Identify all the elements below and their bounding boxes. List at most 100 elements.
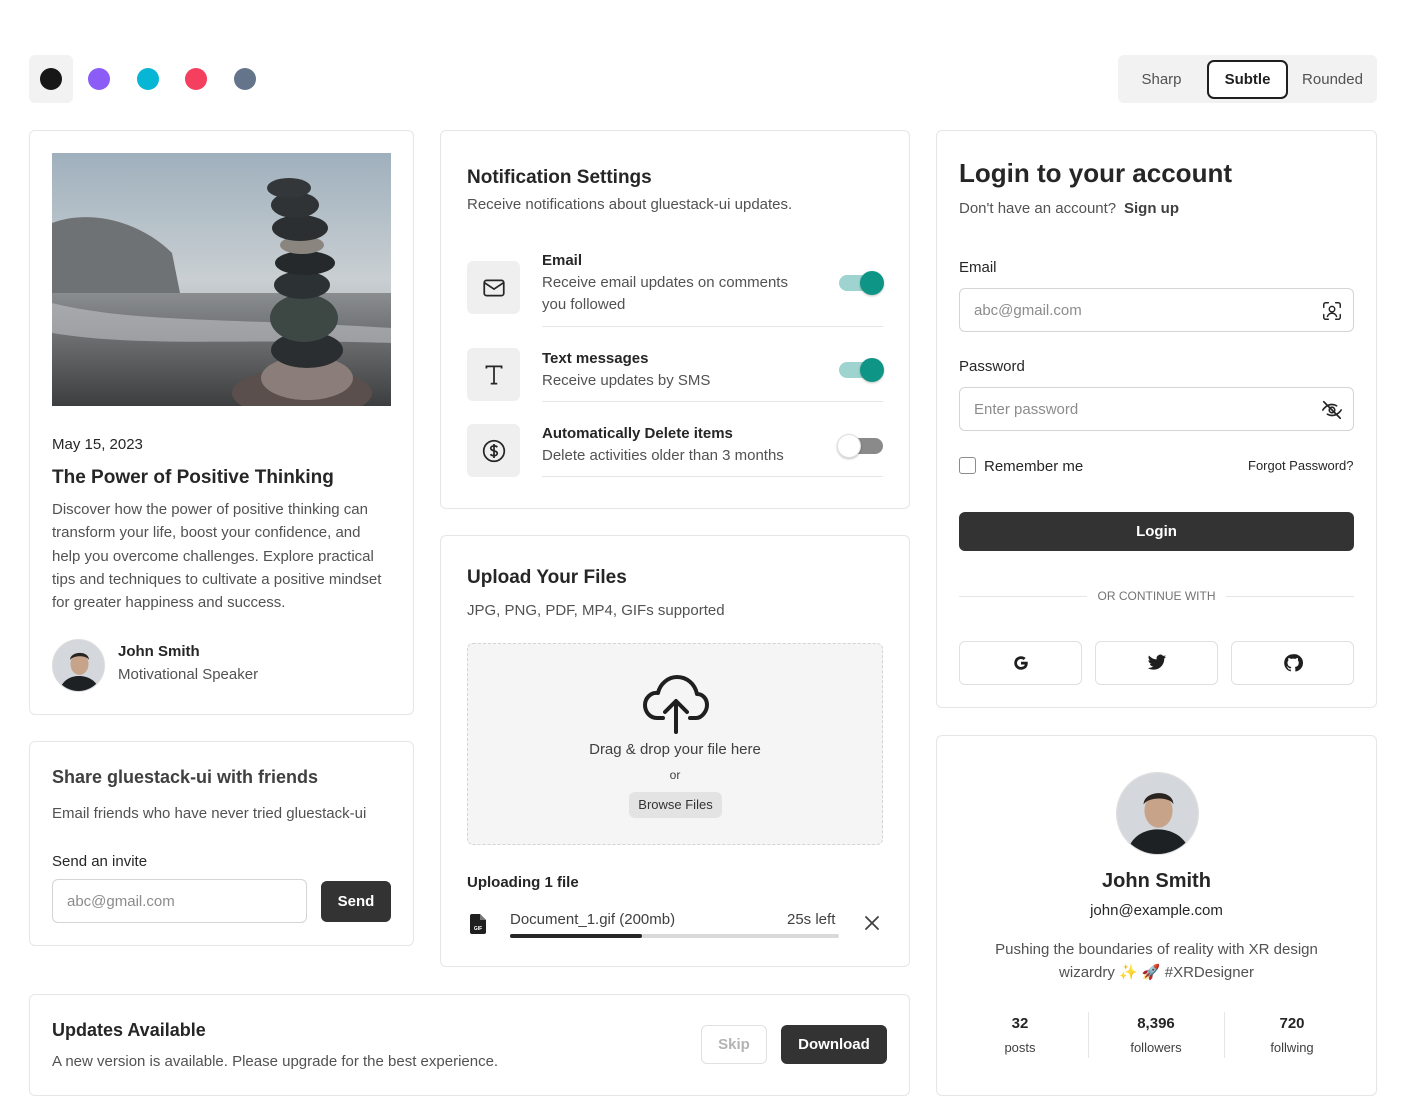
login-title: Login to your account xyxy=(959,158,1232,188)
dollar-circle-icon xyxy=(467,424,520,477)
stat-posts-value: 32 xyxy=(1011,1015,1029,1032)
notif-sms-title: Text messages xyxy=(542,350,649,367)
radius-rounded-button[interactable]: Rounded xyxy=(1298,60,1367,99)
upload-title: Upload Your Files xyxy=(467,567,627,588)
radius-toggle-group: Sharp Subtle Rounded xyxy=(1118,55,1377,103)
auto-delete-toggle[interactable] xyxy=(837,434,883,458)
invite-email-input[interactable] xyxy=(53,880,293,922)
eye-off-icon[interactable] xyxy=(1321,399,1343,421)
blog-date: May 15, 2023 xyxy=(52,436,143,453)
author-name: John Smith xyxy=(118,643,200,660)
author-avatar xyxy=(52,639,105,692)
profile-email: john@example.com xyxy=(1090,902,1223,919)
divider xyxy=(1224,1012,1225,1058)
skip-button[interactable]: Skip xyxy=(701,1025,767,1064)
divider xyxy=(542,326,883,327)
password-label: Password xyxy=(959,358,1025,375)
github-icon xyxy=(1283,654,1303,672)
updates-card: Updates Available A new version is avail… xyxy=(29,994,910,1096)
notif-sms-desc: Receive updates by SMS xyxy=(542,372,711,389)
scan-face-icon xyxy=(1323,302,1341,320)
divider xyxy=(959,596,1087,597)
profile-bio-line2: wizardry ✨ 🚀 #XRDesigner xyxy=(1059,964,1254,981)
notification-subtitle: Receive notifications about gluestack-ui… xyxy=(467,196,793,213)
login-card: Login to your account Don't have an acco… xyxy=(936,130,1377,708)
profile-card: John Smith john@example.com Pushing the … xyxy=(936,735,1377,1096)
notif-email-desc-line1: Receive email updates on comments xyxy=(542,274,788,291)
no-account-text: Don't have an account? xyxy=(959,200,1117,217)
swatch-purple[interactable] xyxy=(88,68,110,90)
swatch-black[interactable] xyxy=(40,68,62,90)
notif-email-desc-line2: you followed xyxy=(542,296,626,313)
drop-text: Drag & drop your file here xyxy=(589,741,761,758)
email-field[interactable] xyxy=(959,288,1354,332)
email-input[interactable] xyxy=(960,289,1300,331)
notification-title: Notification Settings xyxy=(467,167,652,188)
stat-followers-label: followers xyxy=(1130,1040,1182,1055)
email-label: Email xyxy=(959,259,997,276)
profile-bio-line1: Pushing the boundaries of reality with X… xyxy=(995,941,1318,958)
swatch-cyan[interactable] xyxy=(137,68,159,90)
password-field[interactable] xyxy=(959,387,1354,431)
or-continue-text: OR CONTINUE WITH xyxy=(1097,589,1216,603)
profile-avatar xyxy=(1116,772,1199,855)
stat-following-label: follwing xyxy=(1270,1040,1314,1055)
twitter-login-button[interactable] xyxy=(1095,641,1218,685)
divider xyxy=(542,476,883,477)
share-title: Share gluestack-ui with friends xyxy=(52,767,319,787)
google-icon xyxy=(1013,656,1028,670)
swatch-slate[interactable] xyxy=(234,68,256,90)
email-toggle[interactable] xyxy=(839,271,884,295)
github-login-button[interactable] xyxy=(1231,641,1354,685)
notif-delete-title: Automatically Delete items xyxy=(542,425,733,442)
divider xyxy=(1088,1012,1089,1058)
login-button[interactable]: Login xyxy=(959,512,1354,551)
twitter-icon xyxy=(1147,654,1166,670)
radius-subtle-button[interactable]: Subtle xyxy=(1207,60,1288,99)
notif-email-title: Email xyxy=(542,252,583,269)
share-subtitle: Email friends who have never tried glues… xyxy=(52,805,367,822)
swatch-rose[interactable] xyxy=(185,68,207,90)
notification-card: Notification Settings Receive notificati… xyxy=(440,130,910,509)
notif-delete-desc: Delete activities older than 3 months xyxy=(542,447,784,464)
download-button[interactable]: Download xyxy=(781,1025,887,1064)
upload-card: Upload Your Files JPG, PNG, PDF, MP4, GI… xyxy=(440,535,910,967)
divider xyxy=(542,401,883,402)
upload-progress-bar xyxy=(510,934,839,938)
profile-name: John Smith xyxy=(1102,870,1211,892)
stat-following-value: 720 xyxy=(1279,1015,1305,1032)
file-dropzone[interactable]: Drag & drop your file here or Browse Fil… xyxy=(467,643,883,845)
remember-label: Remember me xyxy=(984,458,1084,475)
time-left: 25s left xyxy=(787,911,836,928)
type-icon xyxy=(467,348,520,401)
stat-followers-value: 8,396 xyxy=(1137,1015,1175,1032)
uploading-label: Uploading 1 file xyxy=(467,874,579,891)
sms-toggle[interactable] xyxy=(839,358,884,382)
stat-posts-label: posts xyxy=(1004,1040,1036,1055)
blog-card: May 15, 2023 The Power of Positive Think… xyxy=(29,130,414,715)
upload-progress-fill xyxy=(510,934,642,938)
close-icon[interactable] xyxy=(864,915,880,936)
gif-file-icon: GIF xyxy=(470,914,486,939)
browse-files-button[interactable]: Browse Files xyxy=(629,792,722,818)
svg-text:GIF: GIF xyxy=(474,926,482,932)
file-name: Document_1.gif (200mb) xyxy=(510,911,676,928)
share-card: Share gluestack-ui with friends Email fr… xyxy=(29,741,414,946)
password-input[interactable] xyxy=(960,388,1300,430)
google-login-button[interactable] xyxy=(959,641,1082,685)
or-text: or xyxy=(669,768,681,782)
divider xyxy=(1226,596,1354,597)
forgot-password-link[interactable]: Forgot Password? xyxy=(1248,458,1354,473)
remember-checkbox[interactable] xyxy=(959,457,976,474)
invite-email-field[interactable] xyxy=(52,879,307,923)
updates-desc: A new version is available. Please upgra… xyxy=(52,1053,499,1070)
upload-cloud-icon xyxy=(643,674,709,739)
upload-subtitle: JPG, PNG, PDF, MP4, GIFs supported xyxy=(467,602,725,619)
signup-link[interactable]: Sign up xyxy=(1124,200,1179,217)
blog-body: Discover how the power of positive think… xyxy=(52,501,382,612)
blog-title: The Power of Positive Thinking xyxy=(52,467,334,488)
radius-sharp-button[interactable]: Sharp xyxy=(1128,60,1195,99)
invite-label: Send an invite xyxy=(52,853,148,870)
send-button[interactable]: Send xyxy=(321,881,391,922)
author-role: Motivational Speaker xyxy=(118,666,259,683)
